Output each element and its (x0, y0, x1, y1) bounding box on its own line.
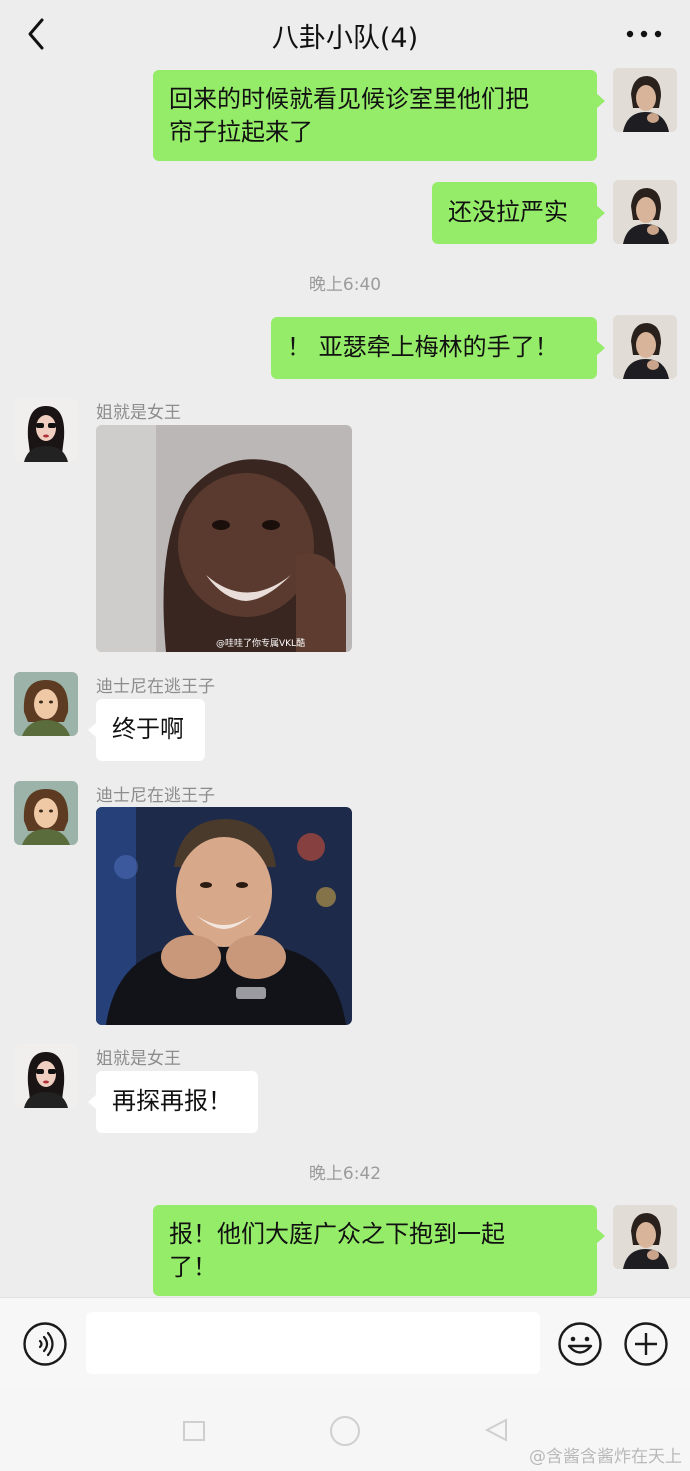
avatar-man-image (613, 180, 677, 244)
chat-title: 八卦小队(4) (271, 23, 419, 54)
bubble-tail (596, 1228, 605, 1244)
image-message[interactable]: @哇哇了你专属VKL酷 (96, 425, 352, 652)
my-avatar[interactable] (613, 1205, 677, 1269)
plus-icon (624, 1322, 668, 1366)
circle-icon (330, 1416, 360, 1446)
avatar-woman-image (14, 1044, 78, 1108)
sender-avatar[interactable] (14, 781, 78, 845)
message-text-line: 报！他们大庭广众之下抱到一起 (169, 1220, 505, 1248)
smiling-man-photo: @哇哇了你专属VKL酷 (96, 425, 352, 652)
message-bubble-mine[interactable]: 回来的时候就看见候诊室里他们把 帘子拉起来了 (153, 70, 597, 161)
man-resting-chin-photo (96, 807, 352, 1025)
avatar-woman-image (14, 398, 78, 462)
more-dots-icon (626, 30, 662, 38)
plus-button[interactable] (623, 1321, 669, 1367)
avatar-man-image (613, 1205, 677, 1269)
voice-icon (23, 1322, 67, 1366)
bubble-tail (596, 340, 605, 356)
my-avatar[interactable] (613, 315, 677, 379)
avatar-man-image (613, 315, 677, 379)
message-text-line: 了！ (169, 1253, 217, 1281)
sender-avatar[interactable] (14, 672, 78, 736)
recents-button[interactable] (183, 1421, 205, 1441)
message-text: 终于啊 (112, 715, 184, 743)
my-avatar[interactable] (613, 68, 677, 132)
square-icon (183, 1421, 205, 1441)
message-text: 还没拉严实 (448, 198, 568, 226)
my-avatar[interactable] (613, 180, 677, 244)
message-bubble-other[interactable]: 终于啊 (96, 699, 205, 761)
input-bar (0, 1297, 690, 1388)
avatar-prince-image (14, 781, 78, 845)
home-button[interactable] (329, 1415, 361, 1447)
message-bubble-mine[interactable]: 报！他们大庭广众之下抱到一起 了！ (153, 1205, 597, 1296)
bubble-tail (596, 205, 605, 221)
weibo-credit: @含酱含酱炸在天上 (529, 1447, 682, 1467)
sender-avatar[interactable] (14, 1044, 78, 1108)
more-button[interactable] (624, 20, 664, 48)
bubble-tail (88, 722, 97, 738)
avatar-prince-image (14, 672, 78, 736)
timestamp: 晚上6:40 (308, 275, 382, 295)
message-text: 再探再报！ (112, 1087, 232, 1115)
message-text: ！ 亚瑟牵上梅林的手了！ (287, 333, 559, 361)
sender-name: 迪士尼在逃王子 (96, 786, 215, 806)
emoji-icon (558, 1322, 602, 1366)
message-bubble-mine[interactable]: 还没拉严实 (432, 182, 597, 244)
sender-name: 姐就是女王 (96, 1049, 181, 1069)
chat-header: 八卦小队(4) (0, 0, 690, 68)
sender-avatar[interactable] (14, 398, 78, 462)
emoji-button[interactable] (557, 1321, 603, 1367)
avatar-man-image (613, 68, 677, 132)
bubble-tail (596, 93, 605, 109)
message-input[interactable] (86, 1312, 540, 1374)
message-text-line: 帘子拉起来了 (169, 118, 313, 146)
sender-name: 姐就是女王 (96, 403, 181, 423)
message-bubble-other[interactable]: 再探再报！ (96, 1071, 258, 1133)
bubble-tail (88, 1094, 97, 1110)
triangle-back-icon (484, 1418, 507, 1442)
message-text-line: 回来的时候就看见候诊室里他们把 (169, 85, 529, 113)
timestamp: 晚上6:42 (308, 1164, 382, 1184)
sender-name: 迪士尼在逃王子 (96, 677, 215, 697)
image-message[interactable] (96, 807, 352, 1025)
back-nav-button[interactable] (484, 1418, 508, 1442)
message-bubble-mine[interactable]: ！ 亚瑟牵上梅林的手了！ (271, 317, 597, 379)
voice-button[interactable] (22, 1321, 68, 1367)
image-watermark: @哇哇了你专属VKL酷 (216, 637, 305, 649)
